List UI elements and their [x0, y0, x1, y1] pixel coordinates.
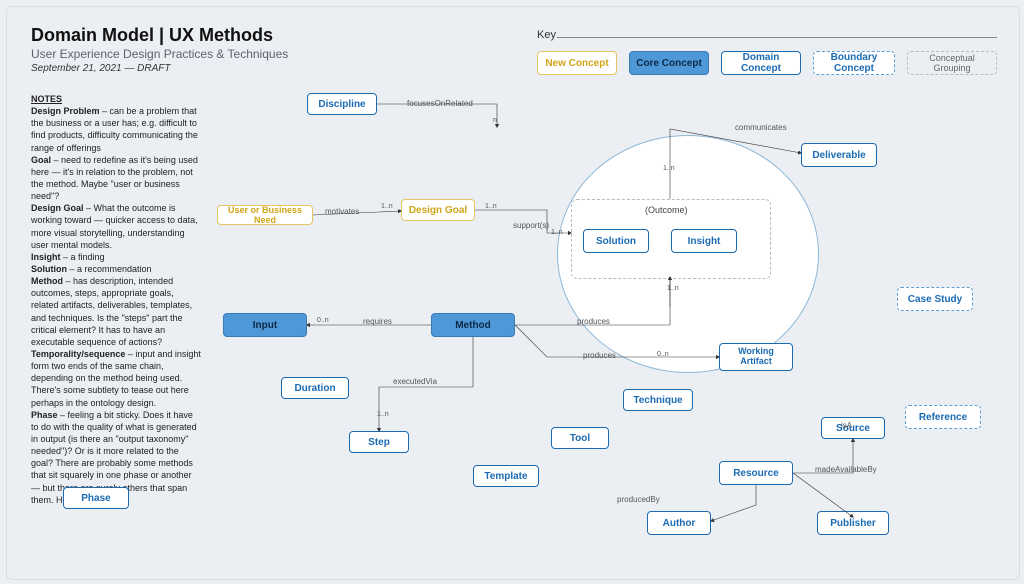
- key-line: [557, 37, 997, 38]
- outcome-label: (Outcome): [645, 205, 688, 215]
- node-case-study: Case Study: [897, 287, 973, 311]
- node-method: Method: [431, 313, 515, 337]
- edge-producedby: producedBy: [617, 495, 660, 504]
- key-domain-concept: Domain Concept: [721, 51, 801, 75]
- edge-executed: executedVia: [393, 377, 437, 386]
- node-discipline: Discipline: [307, 93, 377, 115]
- edge-supports: support(s): [513, 221, 549, 230]
- node-duration: Duration: [281, 377, 349, 399]
- page-title: Domain Model | UX Methods: [31, 25, 273, 46]
- key-core-concept: Core Concept: [629, 51, 709, 75]
- node-author: Author: [647, 511, 711, 535]
- node-solution: Solution: [583, 229, 649, 253]
- card-1n6: 1..n: [377, 411, 389, 418]
- node-input: Input: [223, 313, 307, 337]
- node-phase: Phase: [63, 487, 129, 509]
- card-0n1: 0..n: [317, 317, 329, 324]
- key-conceptual-group: Conceptual Grouping: [907, 51, 997, 75]
- edge-isa: isA: [841, 421, 852, 430]
- notes-block: NOTES Design Problem – can be a problem …: [31, 93, 201, 506]
- page-date: September 21, 2021 — DRAFT: [31, 63, 171, 74]
- key-boundary-concept: Boundary Concept: [813, 51, 895, 75]
- edge-produces-2: produces: [583, 351, 616, 360]
- card-1n2: 1..n: [485, 203, 497, 210]
- edge-focuses: focusesOnRelated: [407, 99, 473, 108]
- node-source: Source: [821, 417, 885, 439]
- card-1n5: 1..n: [667, 285, 679, 292]
- node-template: Template: [473, 465, 539, 487]
- diagram-frame: Domain Model | UX Methods User Experienc…: [6, 6, 1020, 580]
- edge-motivates: motivates: [325, 207, 359, 216]
- node-working-artifact: Working Artifact: [719, 343, 793, 371]
- key-label: Key: [537, 29, 556, 41]
- edge-requires: requires: [363, 317, 392, 326]
- node-publisher: Publisher: [817, 511, 889, 535]
- edge-produces-1: produces: [577, 317, 610, 326]
- node-resource: Resource: [719, 461, 793, 485]
- node-step: Step: [349, 431, 409, 453]
- node-user-business-need: User or Business Need: [217, 205, 313, 225]
- node-insight: Insight: [671, 229, 737, 253]
- card-n1: n: [493, 117, 497, 124]
- card-1n3: 1..n: [551, 229, 563, 236]
- node-tool: Tool: [551, 427, 609, 449]
- node-technique: Technique: [623, 389, 693, 411]
- card-0n2: 0..n: [657, 351, 669, 358]
- node-design-goal: Design Goal: [401, 199, 475, 221]
- notes-heading: NOTES: [31, 94, 62, 104]
- page-subtitle: User Experience Design Practices & Techn…: [31, 47, 288, 61]
- edge-madeavail: madeAvailableBy: [815, 465, 877, 474]
- edge-communicates: communicates: [735, 123, 787, 132]
- node-deliverable: Deliverable: [801, 143, 877, 167]
- card-1n1: 1..n: [381, 203, 393, 210]
- key-new-concept: New Concept: [537, 51, 617, 75]
- node-reference: Reference: [905, 405, 981, 429]
- card-1n4: 1..n: [663, 165, 675, 172]
